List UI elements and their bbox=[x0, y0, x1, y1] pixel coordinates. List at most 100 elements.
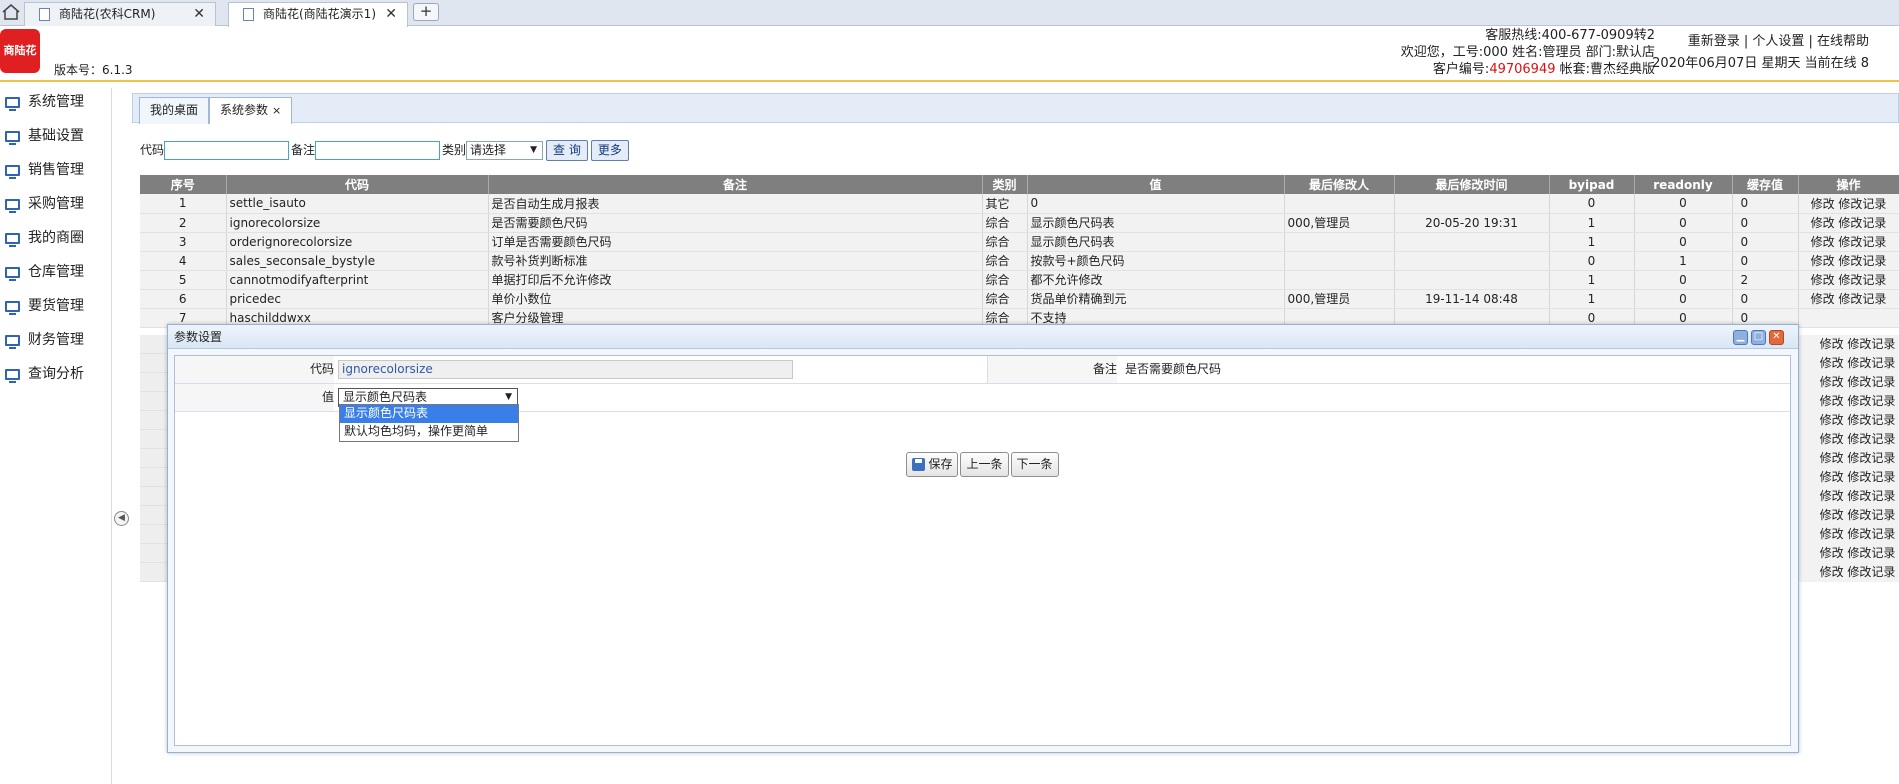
col-header[interactable]: 最后修改人 bbox=[1284, 175, 1395, 194]
row-actions[interactable] bbox=[1798, 308, 1899, 328]
row-actions[interactable]: 修改 修改记录 bbox=[1798, 354, 1899, 373]
row-actions[interactable]: 修改 修改记录 bbox=[1798, 449, 1899, 468]
sidebar-item-requisition[interactable]: 要货管理 bbox=[0, 292, 111, 326]
remark-value: 是否需要颜色尺码 bbox=[1125, 362, 1222, 376]
dropdown-option[interactable]: 默认均色均码，操作更简单 bbox=[340, 423, 518, 441]
browser-tab-label: 商陆花(农科CRM) bbox=[59, 7, 156, 21]
table-cell: 000,管理员 bbox=[1284, 289, 1395, 309]
row-actions[interactable]: 修改 修改记录 bbox=[1798, 270, 1899, 290]
table-cell: 1 bbox=[1549, 270, 1635, 290]
query-button[interactable]: 查 询 bbox=[546, 140, 588, 161]
row-actions[interactable]: 修改 修改记录 bbox=[1798, 506, 1899, 525]
table-cell: 货品单价精确到元 bbox=[1027, 289, 1285, 309]
col-header[interactable]: byipad bbox=[1549, 175, 1635, 194]
maximize-icon[interactable]: □ bbox=[1751, 330, 1766, 345]
col-header[interactable]: 值 bbox=[1027, 175, 1285, 194]
col-header[interactable]: 序号 bbox=[140, 175, 227, 194]
col-header[interactable]: 备注 bbox=[488, 175, 983, 194]
table-row[interactable]: 4 sales_seconsale_bystyle 款号补货判断标准 综合 按款号+颜色… bbox=[140, 251, 1899, 271]
col-header[interactable]: readonly bbox=[1634, 175, 1733, 194]
search-bar: 代码 备注 类别 请选择 ▼ 查 询更多 bbox=[140, 139, 629, 161]
row-actions[interactable]: 修改 修改记录 bbox=[1798, 213, 1899, 233]
type-select[interactable]: 请选择 ▼ bbox=[466, 141, 544, 160]
table-cell: 显示颜色尺码表 bbox=[1027, 213, 1285, 233]
table-row[interactable]: 3 orderignorecolorsize 订单是否需要颜色尺码 综合 显示颜色尺码表… bbox=[140, 232, 1899, 252]
version-label: 版本号：6.1.3 bbox=[54, 63, 133, 77]
row-actions[interactable]: 修改 修改记录 bbox=[1798, 392, 1899, 411]
customer-info: 客户编号:49706949 帐套:曹杰经典版 bbox=[1432, 62, 1655, 77]
parameter-settings-dialog: 参数设置 ▁ □ ✕ 代码 ignorecolorsize 备注 是否需要颜色尺… bbox=[167, 324, 1799, 753]
table-cell bbox=[1284, 232, 1395, 252]
save-disk-icon bbox=[912, 458, 926, 471]
table-cell: 都不允许修改 bbox=[1027, 270, 1285, 290]
account-info: 客服热线:400-677-0909转2 欢迎您，工号:000 姓名:管理员 部门… bbox=[1401, 27, 1655, 78]
row-actions[interactable]: 修改 修改记录 bbox=[1798, 430, 1899, 449]
sidebar-item-basic-settings[interactable]: 基础设置 bbox=[0, 122, 111, 156]
table-cell: 0 bbox=[1732, 232, 1799, 252]
row-actions[interactable]: 修改 修改记录 bbox=[1798, 373, 1899, 392]
row-actions[interactable]: 修改 修改记录 bbox=[1798, 563, 1899, 582]
close-dialog-icon[interactable]: ✕ bbox=[1769, 330, 1784, 345]
new-tab-button[interactable]: + bbox=[413, 3, 439, 21]
col-header[interactable]: 缓存值 bbox=[1732, 175, 1799, 194]
code-search-input[interactable] bbox=[164, 141, 290, 160]
table-cell: 综合 bbox=[982, 232, 1028, 252]
dropdown-option[interactable]: 显示颜色尺码表 bbox=[340, 405, 518, 423]
customer-number: 49706949 bbox=[1489, 62, 1556, 77]
sidebar-item-sales[interactable]: 销售管理 bbox=[0, 156, 111, 190]
tab-system-params[interactable]: 系统参数 × bbox=[209, 97, 293, 124]
close-tab-icon[interactable]: × bbox=[272, 104, 281, 117]
sidebar-item-business-circle[interactable]: 我的商圈 bbox=[0, 224, 111, 258]
sidebar-item-finance[interactable]: 财务管理 bbox=[0, 326, 111, 360]
row-actions[interactable]: 修改 修改记录 bbox=[1798, 335, 1899, 354]
collapse-sidebar-icon[interactable]: ◀ bbox=[114, 511, 129, 526]
more-button[interactable]: 更多 bbox=[590, 140, 629, 161]
browser-tab-nongke-crm[interactable]: 商陆花(农科CRM) ✕ bbox=[24, 2, 216, 26]
row-actions[interactable]: 修改 修改记录 bbox=[1798, 525, 1899, 544]
col-header[interactable]: 类别 bbox=[982, 175, 1028, 194]
table-cell: orderignorecolorsize bbox=[226, 232, 489, 252]
tab-my-desktop[interactable]: 我的桌面 bbox=[139, 97, 210, 124]
next-record-button[interactable]: 下一条 bbox=[1010, 452, 1059, 477]
table-cell: 0 bbox=[1027, 194, 1285, 214]
sidebar-item-system[interactable]: 系统管理 bbox=[0, 88, 111, 122]
close-tab-icon[interactable]: ✕ bbox=[385, 3, 397, 25]
dialog-title[interactable]: 参数设置 bbox=[168, 325, 1798, 349]
table-cell: 1 bbox=[1549, 213, 1635, 233]
minimize-icon[interactable]: ▁ bbox=[1733, 330, 1748, 345]
close-tab-icon[interactable]: ✕ bbox=[193, 3, 205, 25]
table-cell: 显示颜色尺码表 bbox=[1027, 232, 1285, 252]
welcome-text: 欢迎您，工号:000 姓名:管理员 部门:默认店 bbox=[1400, 45, 1655, 60]
row-actions[interactable]: 修改 修改记录 bbox=[1798, 411, 1899, 430]
col-header[interactable]: 代码 bbox=[226, 175, 489, 194]
table-row[interactable]: 2 ignorecolorsize 是否需要颜色尺码 综合 显示颜色尺码表 000,管理员… bbox=[140, 213, 1899, 233]
remark-search-input[interactable] bbox=[315, 141, 441, 160]
table-row[interactable]: 5 cannotmodifyafterprint 单据打印后不允许修改 综合 都不允许修… bbox=[140, 270, 1899, 290]
header-link-group[interactable]: 重新登录 | 个人设置 | 在线帮助 bbox=[1652, 31, 1869, 53]
row-actions[interactable]: 修改 修改记录 bbox=[1798, 487, 1899, 506]
table-cell: 其它 bbox=[982, 194, 1028, 214]
table-row[interactable]: 6 pricedec 单价小数位 综合 货品单价精确到元 000,管理员 19-11-14 … bbox=[140, 289, 1899, 309]
monitor-icon bbox=[5, 369, 20, 383]
table-cell bbox=[1394, 251, 1550, 271]
browser-tab-demo[interactable]: 商陆花(商陆花演示1) ✕ bbox=[228, 2, 408, 27]
prev-record-button[interactable]: 上一条 bbox=[960, 452, 1009, 477]
home-icon[interactable] bbox=[2, 4, 20, 20]
row-actions[interactable]: 修改 修改记录 bbox=[1798, 251, 1899, 271]
row-actions[interactable]: 修改 修改记录 bbox=[1798, 194, 1899, 214]
monitor-icon bbox=[5, 301, 20, 315]
row-actions[interactable]: 修改 修改记录 bbox=[1798, 289, 1899, 309]
table-row[interactable]: 1 settle_isauto 是否自动生成月报表 其它 0 0 0 0 修改 修改记录 bbox=[140, 194, 1899, 214]
sidebar-item-warehouse[interactable]: 仓库管理 bbox=[0, 258, 111, 292]
table-cell: 综合 bbox=[982, 251, 1028, 271]
save-button[interactable]: 保存 bbox=[906, 452, 959, 477]
col-header[interactable]: 最后修改时间 bbox=[1394, 175, 1550, 194]
sidebar-item-purchase[interactable]: 采购管理 bbox=[0, 190, 111, 224]
row-actions[interactable]: 修改 修改记录 bbox=[1798, 544, 1899, 563]
sidebar-item-query-analysis[interactable]: 查询分析 bbox=[0, 360, 111, 394]
col-header[interactable]: 操作 bbox=[1798, 175, 1899, 194]
row-actions[interactable]: 修改 修改记录 bbox=[1798, 232, 1899, 252]
table-cell: 5 bbox=[140, 270, 227, 290]
code-value-field: ignorecolorsize bbox=[338, 360, 793, 379]
row-actions[interactable]: 修改 修改记录 bbox=[1798, 468, 1899, 487]
